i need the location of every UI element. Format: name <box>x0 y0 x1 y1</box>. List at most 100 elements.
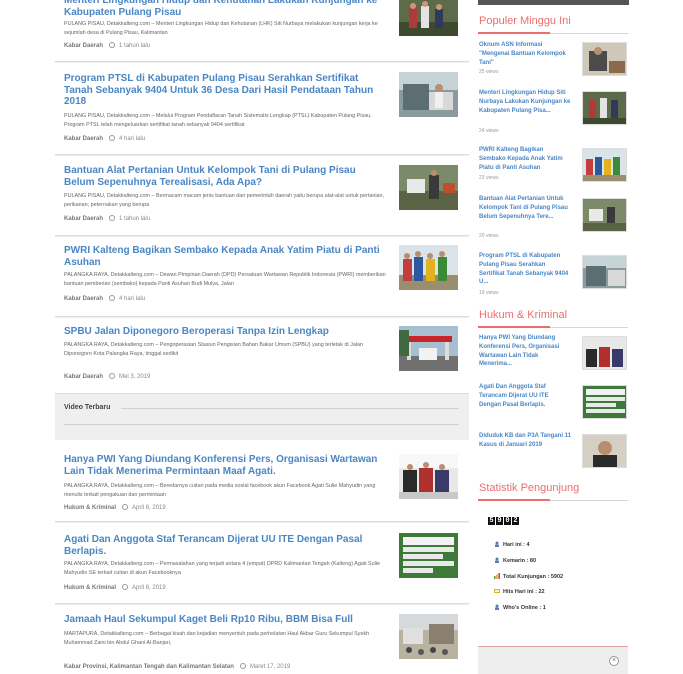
post-card: Program PTSL di Kabupaten Pulang Pisau S… <box>55 63 469 155</box>
popular-item-title[interactable]: Program PTSL di Kabupaten Pulang Pisau S… <box>479 252 571 287</box>
post-meta: Kabar Provinsi, Kalimantan Tengah dan Ka… <box>64 663 290 671</box>
popular-item-title[interactable]: PWRI Kalteng Bagikan Sembako Kepada Anak… <box>479 146 571 172</box>
stat-yesterday: Kemarin : 80 <box>494 557 536 564</box>
popular-item-views: 19 views <box>479 290 499 296</box>
post-thumbnail[interactable] <box>399 0 458 36</box>
counter-digit: 0 <box>504 517 511 525</box>
post-title[interactable]: Menteri Lingkungan Hidup dan Kehutanan L… <box>64 0 389 18</box>
post-meta: Hukum & Kriminal April 8, 2019 <box>64 504 166 512</box>
popular-item-thumbnail[interactable] <box>582 91 627 125</box>
post-meta: Kabar Daerah 1 tahun lalu <box>64 215 150 223</box>
stat-online: Who's Online : 1 <box>494 604 546 611</box>
clock-icon <box>122 584 129 590</box>
post-title[interactable]: Hanya PWI Yang Diundang Konferensi Pers,… <box>64 454 389 477</box>
popular-item-thumbnail[interactable] <box>582 148 627 182</box>
section-divider <box>64 424 459 425</box>
stat-yesterday-text: Kemarin : 80 <box>503 558 537 564</box>
popular-item-title[interactable]: Menteri Lingkungan Hidup Siti Nurbaya La… <box>479 89 571 115</box>
heading-accent <box>478 32 550 34</box>
clock-icon <box>109 215 116 221</box>
post-category[interactable]: Hukum & Kriminal <box>64 585 116 591</box>
main-content: Menteri Lingkungan Hidup dan Kehutanan L… <box>55 0 469 674</box>
hits-icon <box>494 588 500 594</box>
popular-item-title[interactable]: Oknum ASN Informasi "Mengenai Bantuan Ke… <box>479 41 571 67</box>
post-title[interactable]: PWRI Kalteng Bagikan Sembako Kepada Anak… <box>64 245 389 268</box>
post-date: Maret 17, 2019 <box>249 664 291 670</box>
post-category[interactable]: Kabar Daerah <box>64 296 103 302</box>
popular-item-title[interactable]: Bantuan Alat Pertanian Untuk Kelompok Ta… <box>479 195 571 221</box>
post-thumbnail[interactable] <box>399 454 458 499</box>
post-date: 1 tahun lalu <box>119 216 151 222</box>
stats-heading: Statistik Pengunjung <box>479 482 580 494</box>
user-icon <box>494 604 500 610</box>
post-thumbnail[interactable] <box>399 326 458 371</box>
post-title[interactable]: SPBU Jalan Diponegoro Beroperasi Tanpa I… <box>64 326 389 338</box>
post-card: Agati Dan Anggota Staf Terancam Dijerat … <box>55 523 469 604</box>
post-date: 4 hari lalu <box>119 296 146 302</box>
post-card: Jamaah Haul Sekumpul Kaget Beli Rp10 Rib… <box>55 605 469 674</box>
post-title[interactable]: Agati Dan Anggota Staf Terancam Dijerat … <box>64 534 389 557</box>
post-title[interactable]: Jamaah Haul Sekumpul Kaget Beli Rp10 Rib… <box>64 614 389 626</box>
heading-accent <box>478 499 550 501</box>
stat-online-text: Who's Online : 1 <box>503 605 546 611</box>
post-thumbnail[interactable] <box>399 533 458 578</box>
post-category[interactable]: Kabar Daerah <box>64 43 103 49</box>
popular-item-views: 20 views <box>479 233 499 239</box>
clock-icon <box>109 135 116 141</box>
popular-item-thumbnail[interactable] <box>582 42 627 76</box>
post-thumbnail[interactable] <box>399 72 458 117</box>
sidebar-top-banner <box>478 0 629 5</box>
post-date: April 8, 2019 <box>132 505 166 511</box>
stat-today-text: Hari ini : 4 <box>503 542 530 548</box>
post-category[interactable]: Kabar Daerah <box>64 374 103 380</box>
clock-icon <box>109 373 116 379</box>
crime-item-title[interactable]: Diduduk KB dan P3A Tangani 11 Kasus di J… <box>479 432 571 450</box>
sidebar: Populer Minggu Ini Oknum ASN Informasi "… <box>478 0 630 674</box>
post-excerpt: PULANG PISAU, Detakkalteng.com – Melalui… <box>64 113 372 128</box>
post-excerpt: PULANG PISAU, Detakkalteng.com – Bermaca… <box>64 193 385 208</box>
post-meta: Kabar Daerah 4 hari lalu <box>64 295 145 303</box>
post-title[interactable]: Program PTSL di Kabupaten Pulang Pisau S… <box>64 73 389 108</box>
crime-heading: Hukum & Kriminal <box>479 309 568 321</box>
post-thumbnail[interactable] <box>399 245 458 290</box>
visitor-counter: 5 9 0 2 <box>488 517 519 525</box>
post-category[interactable]: Kabar Daerah <box>64 216 103 222</box>
counter-digit: 9 <box>496 517 503 525</box>
post-date: 1 tahun lalu <box>119 43 151 49</box>
crime-item-title[interactable]: Agati Dan Anggota Staf Terancam Dijerat … <box>479 383 571 409</box>
popular-heading: Populer Minggu Ini <box>479 15 571 27</box>
section-divider <box>121 408 459 409</box>
close-icon[interactable]: × <box>609 656 619 666</box>
user-icon <box>494 541 500 547</box>
post-card: PWRI Kalteng Bagikan Sembako Kepada Anak… <box>55 237 469 317</box>
popular-item-thumbnail[interactable] <box>582 198 627 232</box>
post-excerpt: MARTAPURA, Detakkalteng.com – Berbagai k… <box>64 631 370 646</box>
post-thumbnail[interactable] <box>399 614 458 659</box>
counter-digit: 5 <box>488 517 495 525</box>
post-category[interactable]: Hukum & Kriminal <box>64 505 116 511</box>
post-thumbnail[interactable] <box>399 165 458 210</box>
post-meta: Kabar Daerah Mei 3, 2019 <box>64 373 150 381</box>
post-title[interactable]: Bantuan Alat Pertanian Untuk Kelompok Ta… <box>64 165 389 188</box>
stat-total: Total Kunjungan : 5902 <box>494 573 563 580</box>
crime-item-thumbnail[interactable] <box>582 434 627 468</box>
post-category[interactable]: Kabar Daerah <box>64 136 103 142</box>
popular-item-thumbnail[interactable] <box>582 255 627 289</box>
post-date: April 8, 2019 <box>132 585 166 591</box>
crime-item-thumbnail[interactable] <box>582 385 627 419</box>
post-excerpt: PALANGKA RAYA, Detakkalteng.com – Dewan … <box>64 272 386 287</box>
post-meta: Hukum & Kriminal April 8, 2019 <box>64 584 166 592</box>
popular-item-views: 23 views <box>479 175 499 181</box>
post-date: Mei 3, 2019 <box>119 374 151 380</box>
ad-banner[interactable]: × <box>478 646 628 674</box>
counter-digit: 2 <box>512 517 519 525</box>
post-excerpt: PALANGKA RAYA, Detakkalteng.com – Permas… <box>64 561 381 576</box>
post-card: Menteri Lingkungan Hidup dan Kehutanan L… <box>55 0 469 62</box>
crime-item-thumbnail[interactable] <box>582 336 627 370</box>
bar-chart-icon <box>494 573 500 579</box>
post-card: SPBU Jalan Diponegoro Beroperasi Tanpa I… <box>55 318 469 394</box>
post-meta: Kabar Daerah 1 tahun lalu <box>64 42 150 50</box>
crime-item-title[interactable]: Hanya PWI Yang Diundang Konferensi Pers,… <box>479 334 571 369</box>
popular-item-views: 25 views <box>479 69 499 75</box>
post-category[interactable]: Kabar Provinsi, Kalimantan Tengah dan Ka… <box>64 664 234 670</box>
